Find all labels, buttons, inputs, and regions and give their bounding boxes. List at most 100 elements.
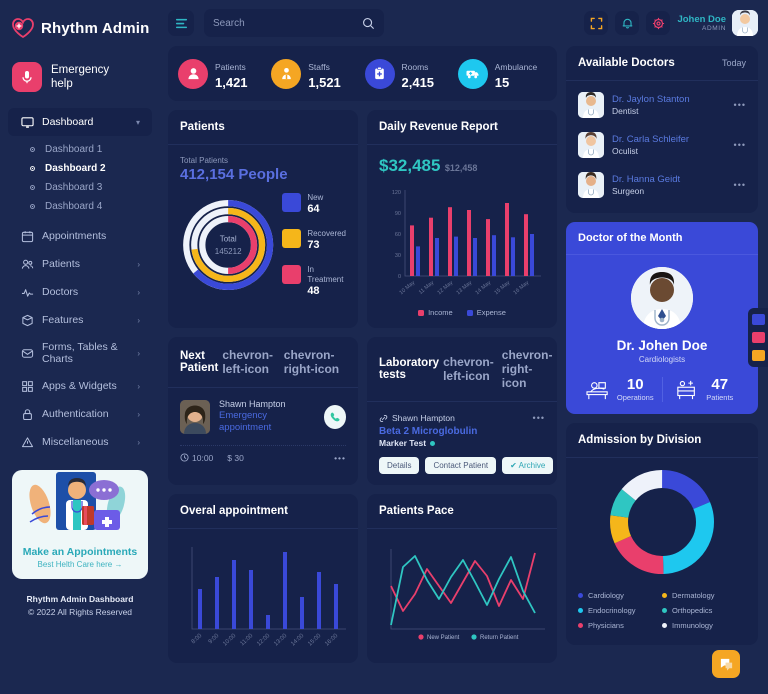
chevron-right-icon[interactable]: chevron-right-icon <box>280 348 346 376</box>
sidebar-item-appointments[interactable]: Appointments <box>8 222 152 250</box>
gear-small-icon <box>28 203 36 211</box>
more-options-icon[interactable]: ••• <box>334 453 346 463</box>
details-button[interactable]: Details <box>379 457 420 474</box>
more-options-icon[interactable]: ••• <box>734 140 746 150</box>
content-left-column: Patients 1,421 Staffs 1,521 Rooms 2,415 … <box>168 46 557 672</box>
more-options-icon[interactable]: ••• <box>734 180 746 190</box>
chevron-left-icon[interactable]: chevron-left-icon <box>439 355 498 383</box>
svg-text:10 May: 10 May <box>399 280 417 296</box>
contact-patient-button[interactable]: Contact Patient <box>425 457 497 474</box>
doctor-name: Dr. Carla Schleifer <box>612 134 690 145</box>
available-doctors-title: Available Doctors <box>578 57 675 69</box>
sidebar-item-miscellaneous[interactable]: Miscellaneous › <box>8 428 152 456</box>
fullscreen-icon[interactable] <box>584 11 609 35</box>
stat-rooms[interactable]: Rooms 2,415 <box>364 57 454 90</box>
ambulance-icon <box>457 58 488 89</box>
doctor-avatar <box>578 92 604 118</box>
laboratory-tests-card: Laboratory tests chevron-left-icon chevr… <box>367 337 557 485</box>
sidebar-item-features[interactable]: Features › <box>8 306 152 334</box>
gear-icon[interactable] <box>646 11 671 35</box>
topbar-actions: Johen Doe ADMIN <box>584 10 758 36</box>
search-input[interactable] <box>213 17 356 29</box>
divider <box>180 445 346 446</box>
stat-label: Staffs <box>308 62 330 72</box>
admission-by-division-body: Cardiology Dermatology Endocrinology Ort… <box>566 458 758 645</box>
doctor-list-item[interactable]: Dr. Carla Schleifer Oculist ••• <box>578 125 746 165</box>
sidebar-item-apps-widgets[interactable]: Apps & Widgets › <box>8 372 152 400</box>
stat-ambulance[interactable]: Ambulance 15 <box>457 57 547 90</box>
user-role: ADMIN <box>702 25 726 32</box>
widget-orange-icon[interactable] <box>751 350 765 361</box>
hamburger-icon[interactable] <box>168 10 194 36</box>
legend-color-swatch <box>578 623 583 628</box>
sidebar-item-label: Doctors <box>42 286 79 298</box>
sidebar-subitem-dashboard-3[interactable]: Dashboard 3 <box>0 178 160 197</box>
sidebar-item-forms-tables-charts[interactable]: Forms, Tables & Charts › <box>8 334 152 372</box>
legend-label: Orthopedics <box>672 606 713 615</box>
more-options-icon[interactable]: ••• <box>533 413 545 423</box>
svg-text:9:00: 9:00 <box>208 633 221 646</box>
chevron-right-icon[interactable]: chevron-right-icon <box>498 348 557 390</box>
sidebar-item-label: Features <box>42 314 84 326</box>
lab-actions: Details Contact Patient ✔ Archive <box>379 457 554 474</box>
svg-text:12 May: 12 May <box>437 280 455 296</box>
legend-label: Expense <box>476 308 506 317</box>
user-menu[interactable]: Johen Doe ADMIN <box>677 10 758 36</box>
search-box[interactable] <box>204 9 384 37</box>
more-options-icon[interactable]: ••• <box>734 100 746 110</box>
stat-patients: 47 Patients <box>661 377 747 402</box>
sidebar-item-doctors[interactable]: Doctors › <box>8 278 152 306</box>
patients-legend: New 64 Recovered 73 In Treatment 48 <box>282 192 346 298</box>
stat-staffs[interactable]: Staffs 1,521 <box>271 57 360 90</box>
sidebar-subitem-dashboard-2[interactable]: Dashboard 2 <box>0 159 160 178</box>
lab-test-name[interactable]: Beta 2 Microglobulin <box>379 426 533 437</box>
legend-item-physicians: Physicians <box>578 618 662 633</box>
available-doctors-list: Dr. Jaylon Stanton Dentist ••• Dr. Carla… <box>566 81 758 213</box>
make-appointment-promo[interactable]: Make an Appointments Best Helth Care her… <box>12 470 148 579</box>
sidebar-subitem-label: Dashboard 2 <box>45 163 106 174</box>
sidebar-item-label: Forms, Tables & Charts <box>42 341 118 365</box>
legend-color-swatch <box>578 608 583 613</box>
emergency-help-button[interactable]: Emergency help <box>12 62 150 92</box>
legend-label: Immunology <box>672 621 713 630</box>
clipboard-icon <box>364 58 395 89</box>
doctors-filter-today[interactable]: Today <box>722 58 746 68</box>
legend-color-swatch <box>466 309 473 316</box>
lab-title: Laboratory tests <box>379 357 440 381</box>
legend-color-swatch <box>662 623 667 628</box>
patients-revenue-row: Patients Total Patients 412,154 People T… <box>168 110 557 337</box>
stat-patients[interactable]: Patients 1,421 <box>178 57 267 90</box>
widget-pink-icon[interactable] <box>751 332 765 343</box>
widget-blue-icon[interactable] <box>751 314 765 325</box>
admission-by-division-title: Admission by Division <box>566 423 758 458</box>
sidebar-subitem-dashboard-4[interactable]: Dashboard 4 <box>0 197 160 216</box>
svg-text:13:00: 13:00 <box>273 633 289 648</box>
dashboard-submenu: Dashboard 1 Dashboard 2 Dashboard 3 Dash… <box>0 136 160 222</box>
chevron-left-icon[interactable]: chevron-left-icon <box>218 348 279 376</box>
daily-revenue-title: Daily Revenue Report <box>367 110 557 145</box>
sidebar-item-patients[interactable]: Patients › <box>8 250 152 278</box>
doctor-avatar <box>578 172 604 198</box>
legend-item-expense: Expense <box>466 308 506 317</box>
next-patient-title: Next Patient <box>180 350 219 374</box>
doctor-list-item[interactable]: Dr. Hanna Geidt Surgeon ••• <box>578 165 746 205</box>
sidebar-item-authentication[interactable]: Authentication › <box>8 400 152 428</box>
next-patient-body: Shawn Hampton Emergency appointment 10:0… <box>168 388 358 474</box>
archive-button[interactable]: ✔ Archive <box>502 457 554 474</box>
chat-icon[interactable] <box>712 650 740 678</box>
doctor-list-item[interactable]: Dr. Jaylon Stanton Dentist ••• <box>578 85 746 125</box>
sidebar-item-dashboard[interactable]: Dashboard ▾ <box>8 108 152 136</box>
search-icon[interactable] <box>362 17 375 30</box>
next-patient-meta: 10:00 $ 30 ••• <box>180 453 346 463</box>
avatar[interactable] <box>732 10 758 36</box>
available-doctors-card: Available Doctors Today Dr. Jaylon Stant… <box>566 46 758 213</box>
phone-icon[interactable] <box>323 404 346 429</box>
emergency-line-1: Emergency <box>51 64 110 76</box>
brand[interactable]: Rhythm Admin <box>0 0 160 44</box>
legend-label: Endocrinology <box>588 606 636 615</box>
bell-icon[interactable] <box>615 11 640 35</box>
overall-appointment-title: Overal appointment <box>168 494 358 529</box>
stat-label: Patients <box>706 393 734 402</box>
revenue-compare: $12,458 <box>444 163 478 173</box>
sidebar-subitem-dashboard-1[interactable]: Dashboard 1 <box>0 140 160 159</box>
